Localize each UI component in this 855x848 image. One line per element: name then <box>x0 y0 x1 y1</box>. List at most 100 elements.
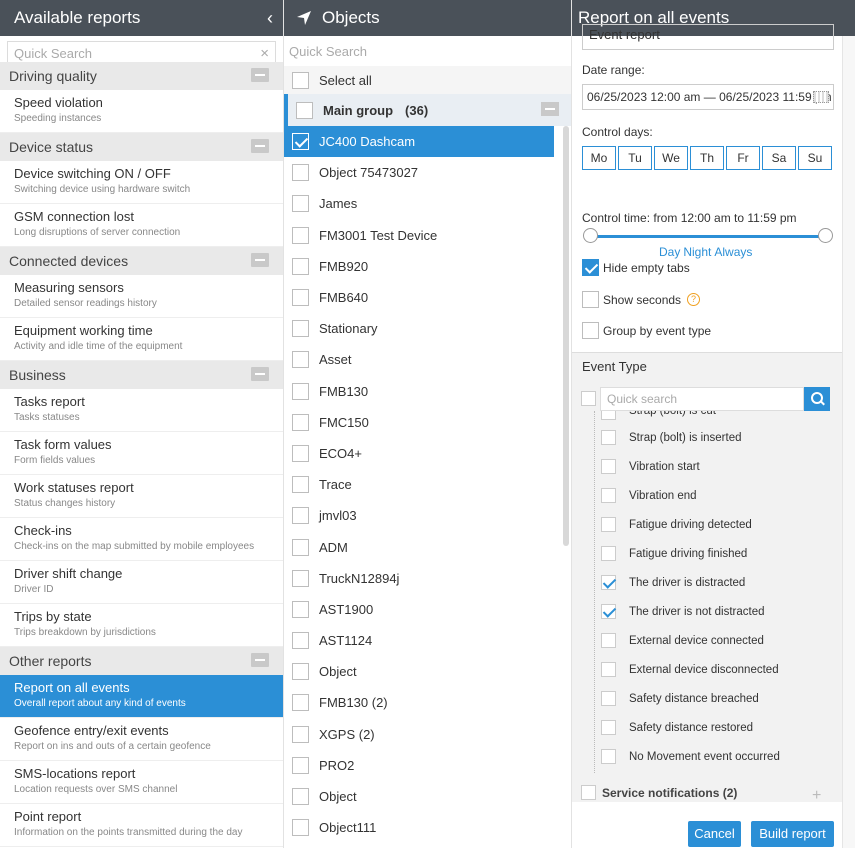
object-list-item[interactable]: FMB130 (2) <box>284 687 554 718</box>
object-list-item[interactable]: AST1900 <box>284 594 554 625</box>
object-list-item[interactable]: FMB130 <box>284 376 554 407</box>
service-notifications-checkbox[interactable] <box>581 785 596 800</box>
object-checkbox[interactable] <box>292 289 309 307</box>
object-list-item[interactable]: AST1124 <box>284 625 554 656</box>
report-item[interactable]: Driver shift change Driver ID <box>0 561 283 604</box>
report-item[interactable]: Tasks report Tasks statuses <box>0 389 283 432</box>
event-type-item[interactable]: Safety distance breached <box>595 684 834 713</box>
event-type-item[interactable]: External device connected <box>595 626 834 655</box>
cancel-button[interactable]: Cancel <box>688 821 741 847</box>
group-checkbox[interactable] <box>296 101 313 119</box>
report-item[interactable]: Check-ins Check-ins on the map submitted … <box>0 518 283 561</box>
object-list-item[interactable]: Object <box>284 656 554 687</box>
help-icon[interactable]: ? <box>687 293 701 306</box>
report-name-field[interactable]: Event report <box>582 24 834 50</box>
event-type-checkbox[interactable] <box>601 411 616 420</box>
search-icon[interactable] <box>804 387 830 411</box>
time-preset-always[interactable]: Always <box>714 245 752 259</box>
object-checkbox[interactable] <box>292 257 309 275</box>
day-toggle-mo[interactable]: Mo <box>582 146 616 170</box>
day-toggle-we[interactable]: We <box>654 146 688 170</box>
show-seconds-row[interactable]: Show seconds ? <box>582 291 701 308</box>
object-checkbox[interactable] <box>292 725 309 743</box>
event-type-checkbox[interactable] <box>601 430 616 445</box>
time-preset-night[interactable]: Night <box>683 245 711 259</box>
collapse-group-icon[interactable] <box>251 653 269 667</box>
object-checkbox[interactable] <box>292 538 309 556</box>
event-type-checkbox[interactable] <box>601 575 616 590</box>
report-item[interactable]: Task form values Form fields values <box>0 432 283 475</box>
event-search-input[interactable] <box>607 392 797 406</box>
group-by-event-type-checkbox[interactable] <box>582 322 599 339</box>
report-item[interactable]: Device switching ON / OFF Switching devic… <box>0 161 283 204</box>
object-list-item[interactable]: Object 75473027 <box>284 157 554 188</box>
object-checkbox[interactable] <box>292 413 309 431</box>
object-group-header[interactable]: Main group (36) <box>284 94 571 126</box>
object-checkbox[interactable] <box>292 569 309 587</box>
report-item[interactable]: Work statuses report Status changes histo… <box>0 475 283 518</box>
event-type-checkbox[interactable] <box>601 459 616 474</box>
report-group-header[interactable]: Device status <box>0 133 283 161</box>
event-type-item[interactable]: Fatigue driving detected <box>595 510 834 539</box>
select-all-checkbox[interactable] <box>292 71 309 89</box>
object-checkbox[interactable] <box>292 507 309 525</box>
object-list-item[interactable]: Asset <box>284 344 554 375</box>
object-checkbox[interactable] <box>292 133 309 151</box>
report-group-header[interactable]: Business <box>0 361 283 389</box>
collapse-group-icon[interactable] <box>541 102 559 116</box>
object-checkbox[interactable] <box>292 788 309 806</box>
event-type-checkbox[interactable] <box>601 546 616 561</box>
event-type-item[interactable]: External device disconnected <box>595 655 834 684</box>
build-report-button[interactable]: Build report <box>751 821 834 847</box>
report-item[interactable]: SMS-locations report Location requests ov… <box>0 761 283 804</box>
collapse-group-icon[interactable] <box>251 253 269 267</box>
object-list-item[interactable]: XGPS (2) <box>284 719 554 750</box>
object-checkbox[interactable] <box>292 756 309 774</box>
object-list-item[interactable]: FMB640 <box>284 282 554 313</box>
control-time-slider-track[interactable] <box>590 235 826 238</box>
clear-search-icon[interactable]: × <box>260 45 269 62</box>
event-type-checkbox[interactable] <box>601 633 616 648</box>
object-list-item[interactable]: Object111 <box>284 812 554 843</box>
object-list-item[interactable]: ADM <box>284 531 554 562</box>
slider-end-handle[interactable] <box>818 228 833 243</box>
collapse-group-icon[interactable] <box>251 367 269 381</box>
day-toggle-th[interactable]: Th <box>690 146 724 170</box>
object-list-item[interactable]: JC400 Dashcam <box>284 126 554 158</box>
objects-search-input[interactable] <box>289 44 566 59</box>
object-list-item[interactable]: FM3001 Test Device <box>284 220 554 251</box>
object-checkbox[interactable] <box>292 694 309 712</box>
show-seconds-checkbox[interactable] <box>582 291 599 308</box>
group-by-event-type-row[interactable]: Group by event type <box>582 322 711 339</box>
day-toggle-su[interactable]: Su <box>798 146 832 170</box>
event-type-checkbox[interactable] <box>601 691 616 706</box>
collapse-chevron-icon[interactable]: ‹ <box>267 8 273 29</box>
object-checkbox[interactable] <box>292 351 309 369</box>
report-group-header[interactable]: Connected devices <box>0 247 283 275</box>
report-item[interactable]: Measuring sensors Detailed sensor reading… <box>0 275 283 318</box>
settings-scrollbar[interactable] <box>842 36 855 848</box>
collapse-group-icon[interactable] <box>251 139 269 153</box>
object-list-item[interactable]: jmvl03 <box>284 500 554 531</box>
object-list-item[interactable]: ECO4+ <box>284 438 554 469</box>
object-list-item[interactable]: James <box>284 188 554 219</box>
expand-plus-icon[interactable]: + <box>812 787 821 805</box>
event-type-checkbox[interactable] <box>601 517 616 532</box>
object-list-item[interactable]: Object <box>284 781 554 812</box>
object-checkbox[interactable] <box>292 195 309 213</box>
event-type-checkbox[interactable] <box>601 749 616 764</box>
event-type-item[interactable]: Fatigue driving finished <box>595 539 834 568</box>
object-list-item[interactable]: Trace <box>284 469 554 500</box>
event-type-item[interactable]: Vibration start <box>595 452 834 481</box>
report-item[interactable]: Point report Information on the points tr… <box>0 804 283 847</box>
report-item[interactable]: Geofence entry/exit events Report on ins … <box>0 718 283 761</box>
date-range-field[interactable]: 06/25/2023 12:00 am — 06/25/2023 11:59 p… <box>582 84 834 110</box>
service-notifications-row[interactable]: Service notifications (2) <box>581 785 737 800</box>
time-preset-day[interactable]: Day <box>659 245 680 259</box>
event-type-item[interactable]: Strap (bolt) is cut <box>595 411 834 423</box>
object-checkbox[interactable] <box>292 632 309 650</box>
event-type-item[interactable]: The driver is distracted <box>595 568 834 597</box>
reports-search-input[interactable] <box>14 45 261 61</box>
object-checkbox[interactable] <box>292 226 309 244</box>
slider-start-handle[interactable] <box>583 228 598 243</box>
